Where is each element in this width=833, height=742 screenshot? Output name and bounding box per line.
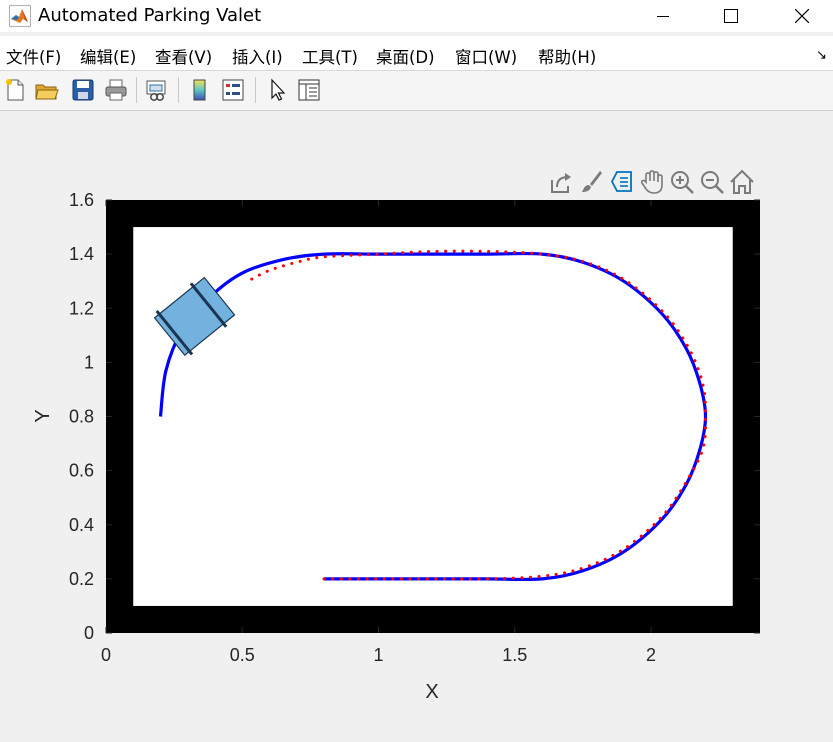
x-tick-label: 1	[373, 645, 383, 665]
y-tick-label: 1.2	[69, 298, 94, 318]
chart-canvas: 0 0.5 1 1.5 2 0 0.2 0.4 0.6 0.8 1 1.2 1.4 1.6 X Y	[32, 190, 760, 703]
y-tick-label: 0.8	[69, 407, 94, 427]
x-axis-label: X	[425, 681, 438, 703]
y-tick-label: 1.6	[69, 190, 94, 210]
y-tick-label: 0.2	[69, 569, 94, 589]
x-tick-label: 2	[646, 645, 656, 665]
x-tick-label: 0	[101, 645, 111, 665]
y-tick-label: 1.4	[69, 244, 94, 264]
y-axis-label: Y	[32, 409, 54, 422]
x-tick-label: 0.5	[230, 645, 255, 665]
y-tick-label: 0.4	[69, 515, 94, 535]
x-tick-label: 1.5	[502, 645, 527, 665]
y-tick-label: 0.6	[69, 461, 94, 481]
y-tick-label: 1	[84, 352, 94, 372]
y-tick-label: 0	[84, 623, 94, 643]
